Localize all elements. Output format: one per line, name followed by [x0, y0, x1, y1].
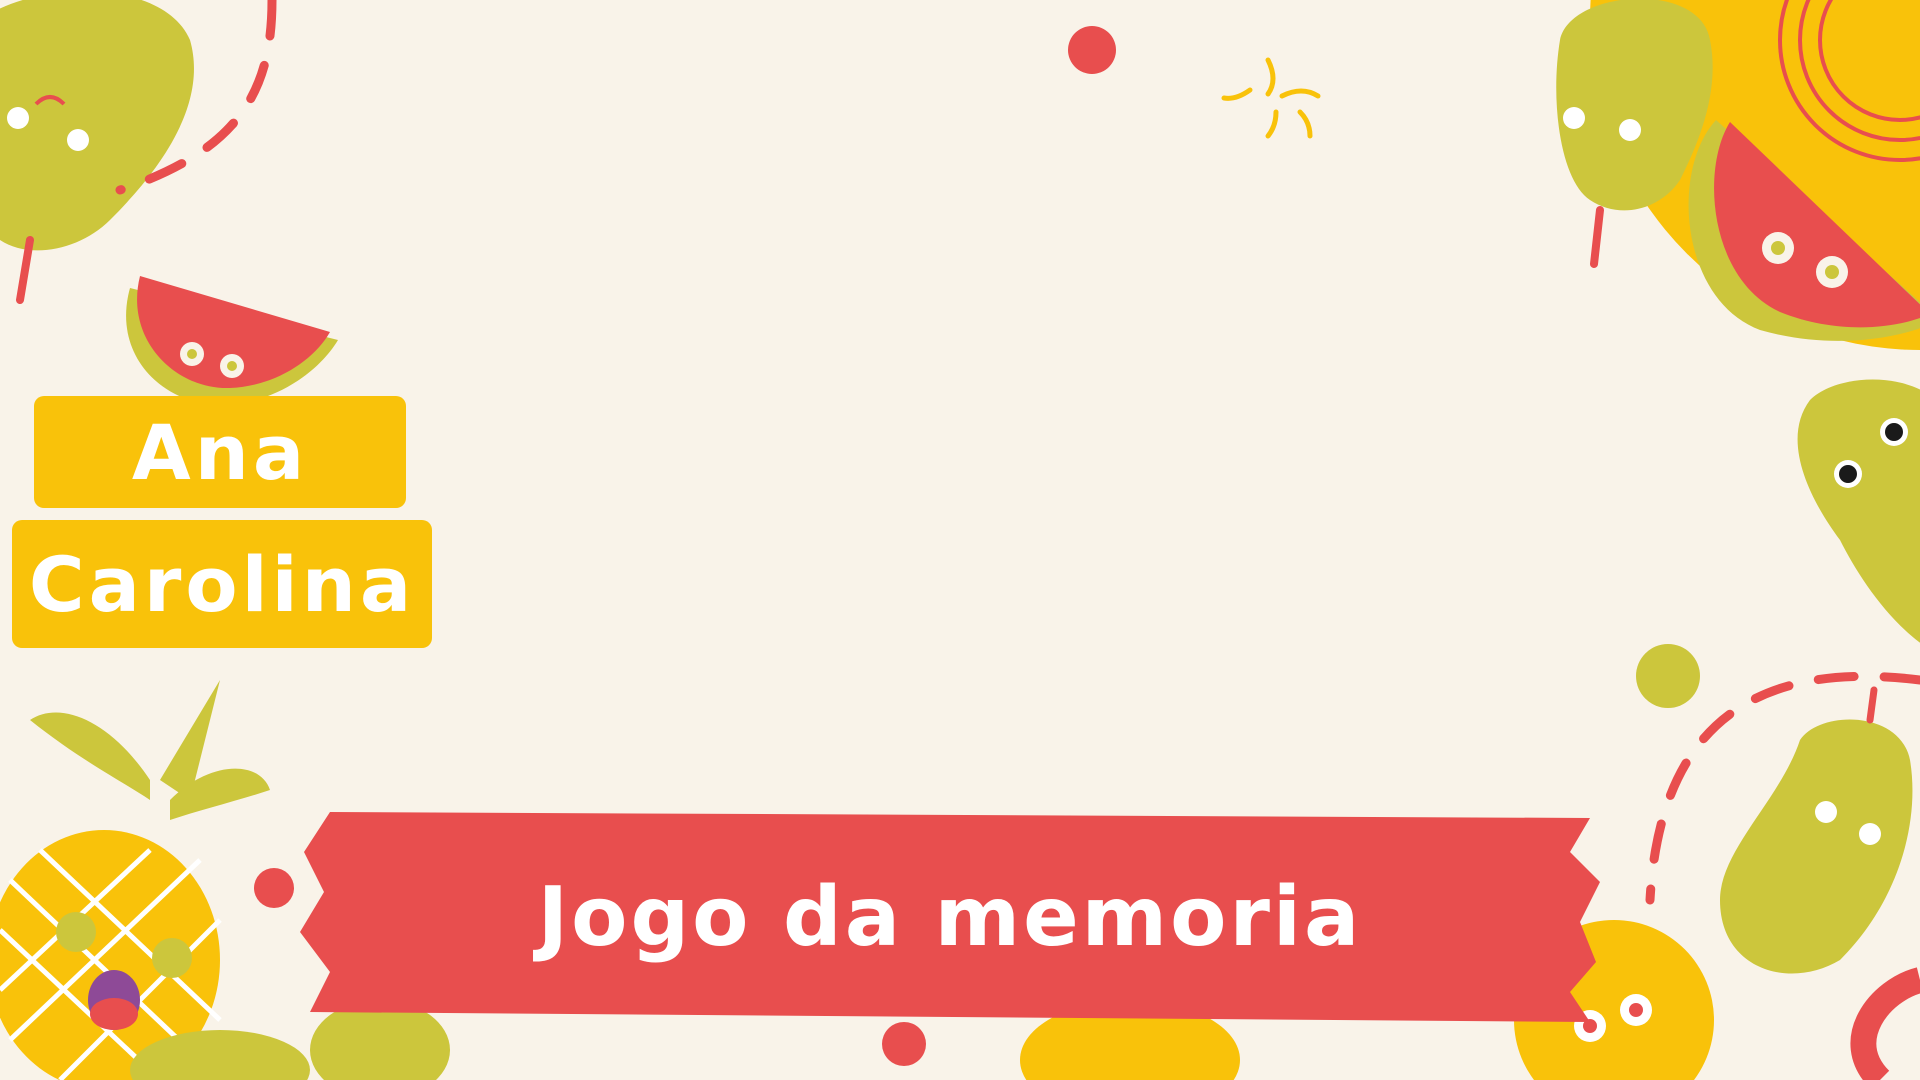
game-title: Jogo da memoria: [537, 869, 1363, 965]
pear-icon: [0, 0, 194, 304]
player-last-name: Carolina: [28, 539, 416, 629]
watermelon-icon: [126, 276, 338, 406]
sparkle-icon: [1221, 57, 1321, 139]
pineapple-icon: [0, 680, 270, 1080]
title-screen: Ana Carolina Jogo da memoria: [0, 0, 1920, 1080]
player-last-name-plate: Carolina: [12, 520, 432, 648]
pear-icon: [1720, 686, 1913, 974]
title-banner[interactable]: Jogo da memoria: [300, 812, 1600, 1022]
pear-icon: [1797, 379, 1920, 643]
player-first-name-plate: Ana: [34, 396, 406, 508]
player-first-name: Ana: [131, 407, 309, 497]
